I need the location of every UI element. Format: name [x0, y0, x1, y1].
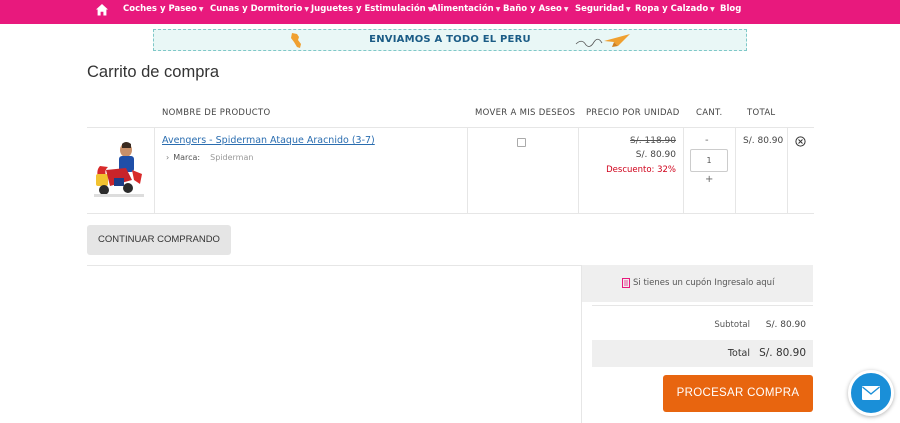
contact-mail-button[interactable]	[848, 370, 894, 416]
nav-item-juguetes[interactable]: Juguetes y Estimulación ▼	[311, 0, 432, 18]
paper-plane-icon	[575, 34, 630, 47]
shipping-banner: ENVIAMOS A TODO EL PERU	[153, 29, 747, 51]
wishlist-checkbox[interactable]	[517, 138, 526, 147]
coupon-text[interactable]: Si tienes un cupón Ingresalo aquí	[633, 278, 774, 288]
nav-item-label: Ropa y Calzado	[635, 4, 709, 14]
nav-item-coches-y-paseo[interactable]: Coches y Paseo ▼	[123, 0, 203, 18]
nav-item-label: Coches y Paseo	[123, 4, 197, 14]
nav-item-label: Alimentación	[431, 4, 494, 14]
caret-down-icon: ▼	[626, 6, 631, 13]
header-total: TOTAL	[747, 108, 776, 118]
nav-item-label: Baño y Aseo	[503, 4, 562, 14]
section-divider	[87, 265, 582, 266]
caret-down-icon: ▼	[563, 6, 569, 13]
subtotal-label: Subtotal	[714, 320, 750, 330]
table-column-divider	[578, 127, 579, 213]
chevron-right-icon: ›	[166, 153, 170, 162]
page-title: Carrito de compra	[87, 63, 220, 81]
header-wishlist: MOVER A MIS DESEOS	[475, 108, 576, 118]
caret-down-icon: ▼	[495, 6, 501, 13]
nav-item-label: Cunas y Dormitorio	[210, 4, 303, 14]
qty-increase-button[interactable]: +	[705, 174, 713, 185]
brand-value: Spiderman	[210, 153, 254, 162]
nav-item-label: Juguetes y Estimulación	[311, 4, 426, 14]
nav-item-cunas-y-dormitorio[interactable]: Cunas y Dormitorio ▼	[210, 0, 309, 18]
table-divider	[87, 213, 814, 214]
subtotal-value: S/. 80.90	[765, 320, 806, 330]
discount-label: Descuento: 32%	[606, 165, 676, 175]
table-column-divider	[154, 127, 155, 213]
total-value: S/. 80.90	[759, 347, 806, 359]
process-order-button[interactable]: PROCESAR COMPRA	[663, 375, 813, 412]
remove-item-icon[interactable]	[795, 136, 806, 147]
unit-price: S/. 80.90	[635, 150, 676, 160]
coupon-icon	[622, 278, 630, 288]
home-icon[interactable]	[95, 3, 109, 17]
continue-shopping-button[interactable]: CONTINUAR COMPRANDO	[87, 225, 231, 255]
header-product: NOMBRE DE PRODUCTO	[162, 108, 271, 118]
row-total: S/. 80.90	[743, 136, 784, 146]
mail-icon	[862, 386, 880, 400]
banner-text: ENVIAMOS A TODO EL PERU	[369, 34, 531, 45]
top-nav-bar: Coches y Paseo ▼ Cunas y Dormitorio ▼ Jugu…	[0, 0, 900, 24]
total-label: Total	[727, 348, 750, 359]
product-image[interactable]	[92, 140, 146, 198]
summary-divider	[592, 305, 813, 306]
header-unit-price: PRECIO POR UNIDAD	[586, 108, 680, 118]
nav-item-label: Blog	[720, 4, 742, 14]
table-column-divider	[683, 127, 684, 213]
table-column-divider	[467, 127, 468, 213]
caret-down-icon: ▼	[710, 6, 715, 13]
caret-down-icon: ▼	[304, 6, 309, 13]
nav-item-ropa-y-calzado[interactable]: Ropa y Calzado ▼	[635, 0, 715, 18]
header-qty: CANT.	[696, 108, 723, 118]
table-column-divider	[735, 127, 736, 213]
nav-item-alimentacion[interactable]: Alimentación ▼	[431, 0, 500, 18]
nav-item-seguridad[interactable]: Seguridad ▼	[575, 0, 631, 18]
nav-item-bano-y-aseo[interactable]: Baño y Aseo ▼	[503, 0, 568, 18]
nav-item-label: Seguridad	[575, 4, 625, 14]
table-divider	[87, 127, 814, 128]
product-brand: › Marca: Spiderman	[166, 153, 253, 162]
table-column-divider	[787, 127, 788, 213]
old-price: S/. 118.90	[630, 136, 676, 146]
brand-label: Marca:	[173, 153, 201, 162]
caret-down-icon: ▼	[198, 6, 204, 13]
product-name-link[interactable]: Avengers - Spiderman Ataque Aracnido (3-…	[162, 135, 375, 146]
nav-item-blog[interactable]: Blog	[720, 0, 741, 18]
qty-decrease-button[interactable]: -	[705, 135, 709, 146]
quantity-input[interactable]: 1	[690, 149, 728, 172]
